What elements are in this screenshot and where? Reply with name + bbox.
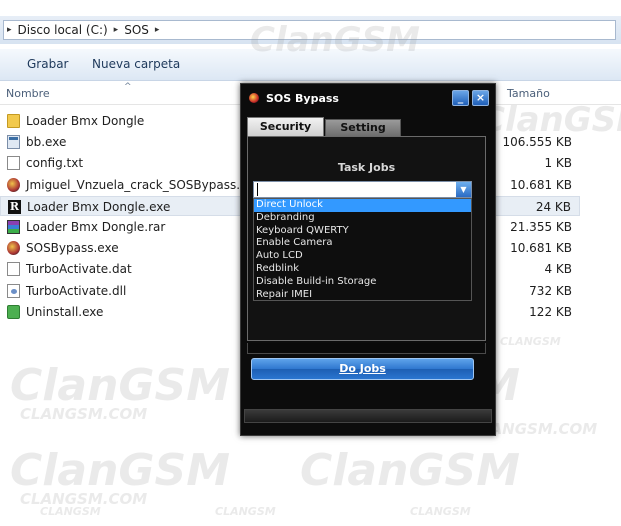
panel-footer	[247, 343, 486, 354]
breadcrumb-item-drive[interactable]: Disco local (C:)	[15, 23, 111, 37]
file-size: 21.355 KB	[510, 220, 572, 234]
explorer-toolbar: Grabar Nueva carpeta	[0, 49, 621, 81]
dropdown-option[interactable]: Debranding	[254, 212, 471, 225]
watermark-text: ClanGSM	[300, 445, 520, 496]
watermark-text: CLANGSM	[410, 505, 471, 518]
file-size: 4 KB	[544, 262, 572, 277]
file-name: TurboActivate.dat	[26, 262, 132, 277]
dropdown-option[interactable]: Disable Build-in Storage	[254, 276, 471, 289]
dropdown-option[interactable]: Keyboard QWERTY	[254, 225, 471, 238]
watermark-text: CLANGSM.COM	[20, 490, 148, 508]
file-size: 122 KB	[529, 304, 572, 319]
breadcrumb-chevron-icon[interactable]: ▸	[111, 25, 122, 35]
breadcrumb-item-folder[interactable]: SOS	[121, 23, 152, 37]
dropdown-option[interactable]: Auto LCD	[254, 250, 471, 263]
watermark-text: ClanGSM	[10, 445, 230, 496]
dropdown-arrow-icon[interactable]: ▼	[456, 182, 471, 197]
file-name: Uninstall.exe	[26, 304, 104, 319]
file-name: Loader Bmx Dongle	[26, 114, 145, 128]
file-name: SOSBypass.exe	[26, 241, 119, 256]
file-size: 10.681 KB	[510, 177, 572, 192]
sort-ascending-icon: ^	[124, 82, 132, 92]
file-size: 24 KB	[535, 199, 571, 214]
file-name: Loader Bmx Dongle.rar	[26, 220, 166, 234]
tab-security[interactable]: Security	[247, 117, 324, 136]
do-jobs-button[interactable]: Do Jobs	[251, 358, 474, 380]
watermark-text: CLANGSM	[500, 335, 561, 348]
sosbypass-icon	[7, 177, 20, 192]
file-name: Jmiguel_Vnzuela_crack_SOSBypass.exe	[26, 177, 262, 192]
breadcrumb-chevron-icon[interactable]: ▸	[152, 25, 163, 35]
new-folder-button[interactable]: Nueva carpeta	[92, 57, 180, 71]
sosbypass-icon	[7, 241, 20, 256]
security-panel: Task Jobs ▼ Direct Unlock Debranding Keybo…	[247, 136, 486, 341]
watermark-text: CLANGSM	[40, 505, 101, 518]
dialog-title: SOS Bypass	[266, 92, 339, 105]
file-size: 1 KB	[544, 156, 572, 171]
data-file-icon	[7, 262, 20, 277]
file-size: 10.681 KB	[510, 241, 572, 256]
burn-button[interactable]: Grabar	[27, 57, 69, 71]
column-name[interactable]: Nombre	[6, 87, 50, 100]
task-jobs-label: Task Jobs	[337, 161, 396, 174]
text-caret	[257, 183, 258, 196]
close-button[interactable]: ×	[472, 90, 489, 106]
breadcrumb-root-chevron-icon[interactable]: ▸	[4, 25, 15, 35]
sos-bypass-dialog: SOS Bypass _ × Security Setting Task Job…	[240, 83, 496, 436]
dropdown-option[interactable]: Direct Unlock	[254, 199, 471, 212]
status-bar	[244, 409, 492, 423]
text-file-icon	[7, 156, 20, 171]
loader-r-icon: R	[8, 199, 21, 214]
file-size: 732 KB	[529, 283, 572, 298]
dropdown-option[interactable]: Enable Camera	[254, 237, 471, 250]
file-name: config.txt	[26, 156, 84, 171]
column-size[interactable]: Tamaño	[507, 87, 550, 100]
tab-setting[interactable]: Setting	[325, 119, 401, 136]
rar-archive-icon	[7, 220, 20, 234]
file-name: TurboActivate.dll	[26, 283, 127, 298]
app-logo-icon	[249, 93, 259, 103]
watermark-text: CLANGSM.COM	[20, 405, 148, 423]
dropdown-option[interactable]: Repair IMEI	[254, 289, 471, 302]
task-jobs-dropdown-list: Direct Unlock Debranding Keyboard QWERTY En…	[253, 198, 472, 301]
watermark-text: ClanGSM	[10, 360, 230, 411]
uninstall-icon	[7, 304, 20, 319]
file-name: bb.exe	[26, 135, 67, 150]
minimize-button[interactable]: _	[452, 90, 469, 106]
address-breadcrumb[interactable]: ▸ Disco local (C:) ▸ SOS ▸	[3, 20, 616, 40]
app-icon	[7, 135, 20, 150]
watermark-text: CLANGSM	[215, 505, 276, 518]
file-size: 106.555 KB	[502, 135, 572, 150]
address-bar: ▸ Disco local (C:) ▸ SOS ▸	[0, 16, 621, 44]
dropdown-option[interactable]: Redblink	[254, 263, 471, 276]
task-jobs-combobox[interactable]: ▼	[253, 181, 472, 198]
file-name: Loader Bmx Dongle.exe	[27, 199, 171, 214]
dll-file-icon	[7, 283, 20, 298]
folder-icon	[7, 114, 20, 128]
